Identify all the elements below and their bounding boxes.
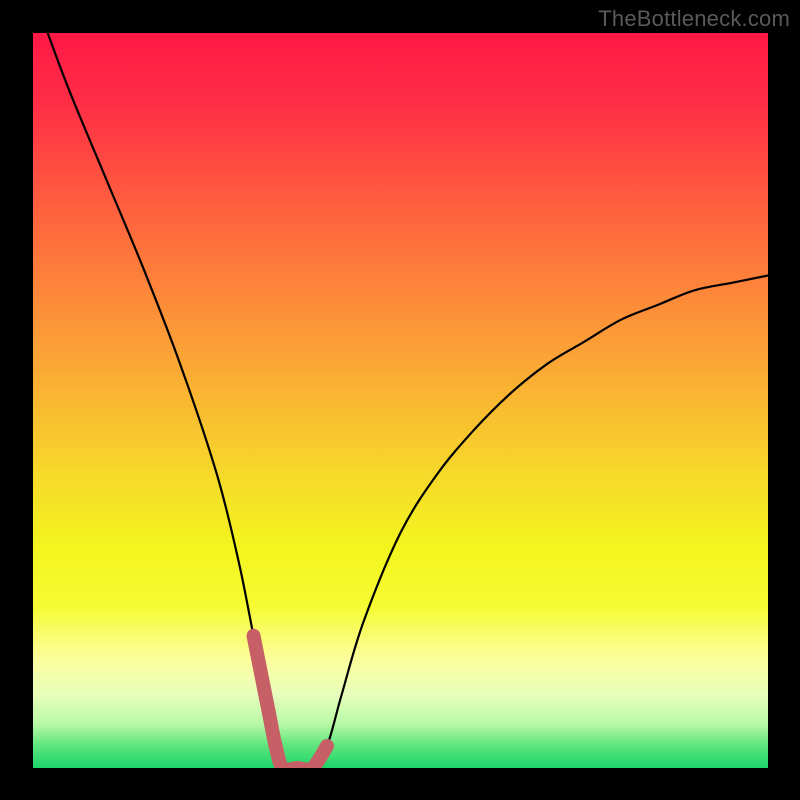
chart-frame: TheBottleneck.com: [0, 0, 800, 800]
plot-area: [33, 33, 768, 768]
curve-layer: [33, 33, 768, 768]
bottleneck-curve-line: [48, 33, 768, 768]
watermark-text: TheBottleneck.com: [598, 6, 790, 32]
optimal-range-highlight: [254, 636, 328, 768]
